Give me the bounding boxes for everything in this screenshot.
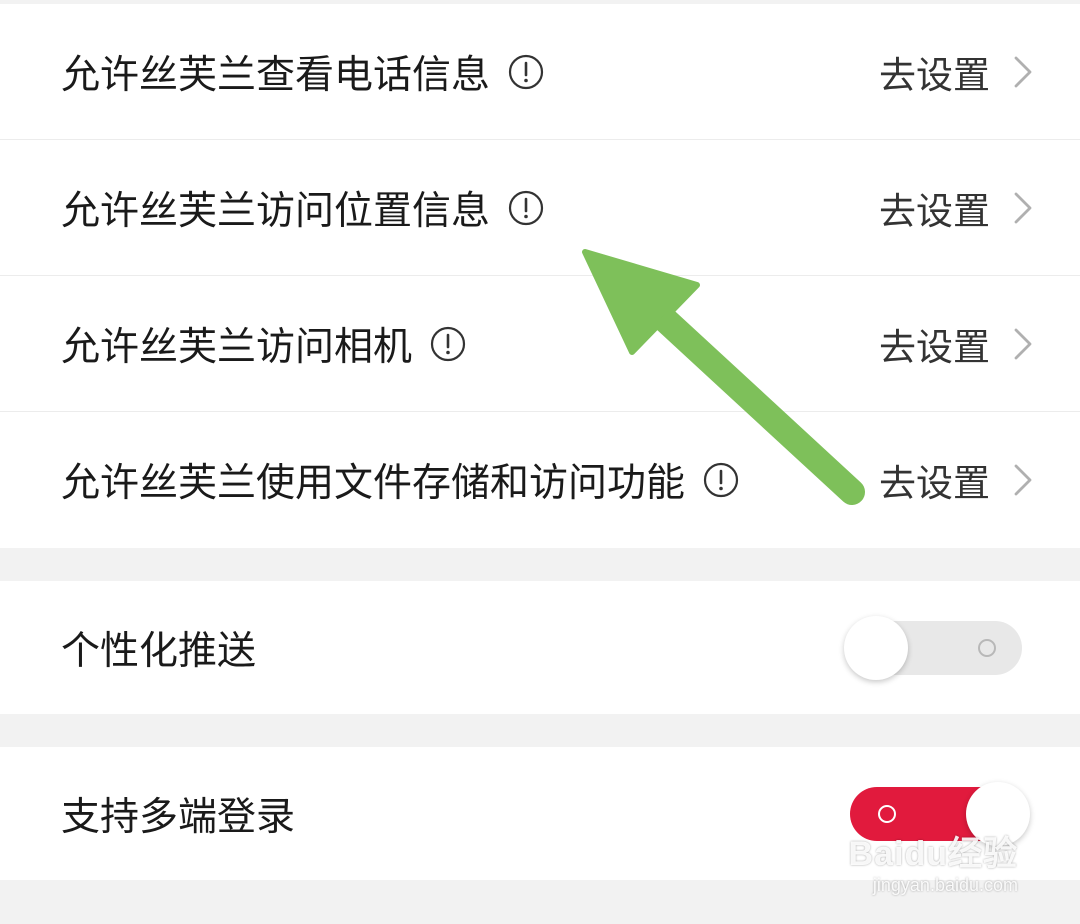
watermark-brand: Baidu经验 bbox=[848, 835, 1018, 873]
go-settings-button[interactable]: 去设置 bbox=[879, 453, 1034, 507]
go-settings-button[interactable]: 去设置 bbox=[879, 45, 1034, 99]
personalized-push-toggle[interactable] bbox=[844, 615, 1022, 680]
go-settings-label: 去设置 bbox=[879, 53, 990, 97]
permission-label-container: 允许丝芙兰使用文件存储和访问功能 bbox=[61, 452, 739, 508]
baidu-jingyan-watermark: Baidu经验 jingyan.baidu.com bbox=[849, 826, 1018, 896]
personalized-push-card: 个性化推送 bbox=[0, 581, 1080, 714]
chevron-right-icon bbox=[1014, 56, 1032, 87]
toggle-indicator-icon bbox=[978, 638, 996, 657]
go-settings-label: 去设置 bbox=[879, 325, 990, 369]
permission-label-container: 允许丝芙兰访问位置信息 bbox=[61, 180, 544, 236]
permission-label: 允许丝芙兰访问位置信息 bbox=[61, 188, 491, 234]
multi-device-login-label: 支持多端登录 bbox=[61, 794, 296, 840]
chevron-right-icon bbox=[1014, 192, 1032, 223]
chevron-right-icon bbox=[1014, 464, 1032, 496]
permission-label-container: 允许丝芙兰访问相机 bbox=[61, 316, 466, 372]
permission-label-container: 允许丝芙兰查看电话信息 bbox=[61, 44, 544, 100]
permission-row-camera[interactable]: 允许丝芙兰访问相机 去设置 bbox=[0, 276, 1080, 412]
chevron-right-icon bbox=[1014, 328, 1032, 359]
toggle-knob bbox=[844, 615, 908, 680]
permission-label: 允许丝芙兰查看电话信息 bbox=[61, 52, 491, 98]
go-settings-label: 去设置 bbox=[879, 189, 990, 233]
watermark-url: jingyan.baidu.com bbox=[872, 875, 1018, 895]
go-settings-label: 去设置 bbox=[879, 462, 990, 505]
toggle-indicator-icon bbox=[878, 804, 896, 823]
personalized-push-row: 个性化推送 bbox=[0, 581, 1080, 714]
permissions-card: 允许丝芙兰查看电话信息 去设置 允许丝芙兰访问位置信息 去设置 允许丝芙兰访问相… bbox=[0, 4, 1080, 548]
info-icon[interactable] bbox=[508, 190, 544, 226]
permission-row-phone[interactable]: 允许丝芙兰查看电话信息 去设置 bbox=[0, 4, 1080, 140]
permission-label: 允许丝芙兰使用文件存储和访问功能 bbox=[61, 461, 686, 506]
info-icon[interactable] bbox=[508, 54, 544, 90]
permission-row-storage[interactable]: 允许丝芙兰使用文件存储和访问功能 去设置 bbox=[0, 412, 1080, 548]
info-icon[interactable] bbox=[703, 462, 739, 498]
personalized-push-label: 个性化推送 bbox=[61, 628, 257, 674]
go-settings-button[interactable]: 去设置 bbox=[879, 317, 1034, 371]
go-settings-button[interactable]: 去设置 bbox=[879, 181, 1034, 235]
permission-row-location[interactable]: 允许丝芙兰访问位置信息 去设置 bbox=[0, 140, 1080, 276]
info-icon[interactable] bbox=[430, 326, 466, 362]
permission-label: 允许丝芙兰访问相机 bbox=[61, 324, 413, 370]
